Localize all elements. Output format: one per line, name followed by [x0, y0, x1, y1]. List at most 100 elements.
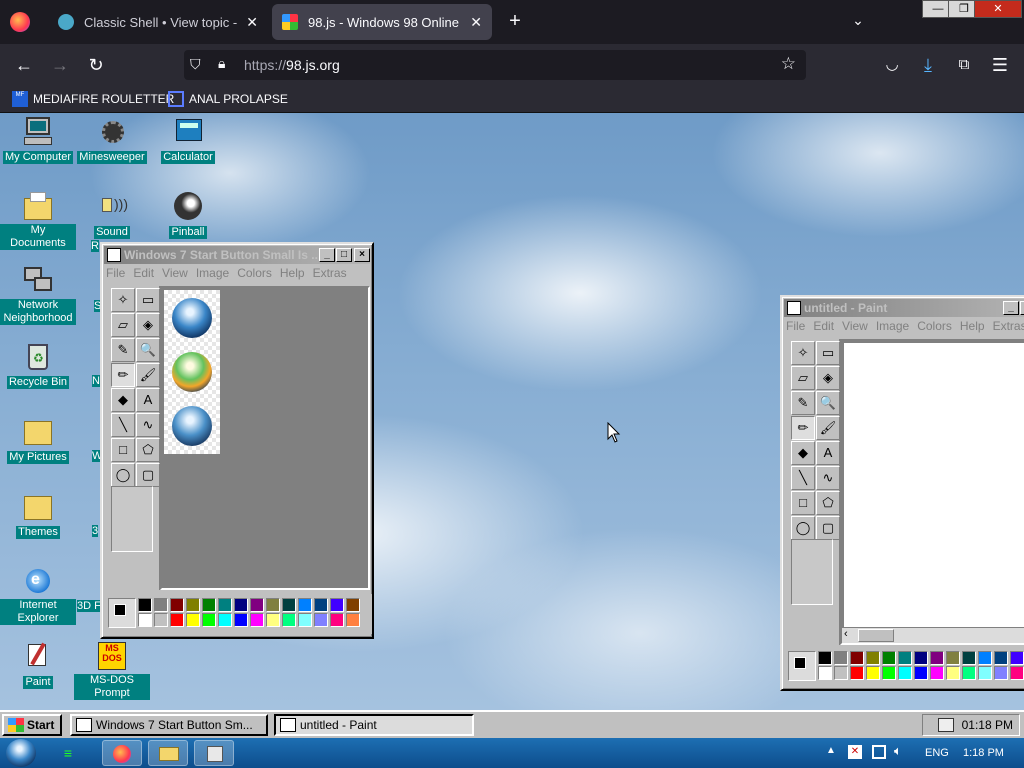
url-bar[interactable]: ⛉ 🔒︎ https://98.js.org ☆ [184, 50, 806, 80]
tool-button[interactable]: ╲ [791, 466, 815, 490]
tab-classic-shell[interactable]: Classic Shell • View topic - Start ✕ [48, 4, 268, 40]
palette-swatch[interactable] [330, 598, 344, 612]
tool-button[interactable]: ▢ [816, 516, 840, 540]
tool-button[interactable]: ◆ [791, 441, 815, 465]
palette-swatch[interactable] [978, 651, 992, 665]
desktop-icon-network[interactable]: Network Neighborhood [0, 265, 76, 325]
palette-swatch[interactable] [850, 666, 864, 680]
palette-swatch[interactable] [850, 651, 864, 665]
forward-icon[interactable]: → [48, 53, 72, 77]
desktop-icon-internet-explorer[interactable]: e Internet Explorer [0, 565, 76, 625]
palette-swatch[interactable] [314, 598, 328, 612]
palette-swatch[interactable] [994, 651, 1008, 665]
menu-colors[interactable]: Colors [237, 266, 272, 284]
palette-swatch[interactable] [266, 598, 280, 612]
tool-button[interactable]: ◯ [791, 516, 815, 540]
palette-swatch[interactable] [962, 651, 976, 665]
horizontal-scrollbar[interactable]: ‹ [842, 627, 1024, 643]
downloads-icon[interactable]: ⤓ [916, 53, 940, 77]
volume-icon[interactable]: 🔈︎ [894, 743, 902, 759]
desktop-icon-my-pictures[interactable]: My Pictures [0, 415, 76, 464]
show-hidden-icons[interactable]: ▲ [826, 745, 836, 756]
minimize-button[interactable]: _ [319, 248, 335, 262]
taskbar-button-win7[interactable]: Windows 7 Start Button Sm... [70, 714, 268, 736]
palette-swatch[interactable] [154, 613, 168, 627]
menu-image[interactable]: Image [196, 266, 229, 284]
palette-swatch[interactable] [946, 666, 960, 680]
desktop-icon-my-documents[interactable]: My Documents [0, 190, 76, 250]
bookmark-other[interactable]: ANAL PROLAPSE [168, 91, 288, 107]
palette-swatch[interactable] [266, 613, 280, 627]
network-tray-icon[interactable] [872, 745, 886, 759]
palette-swatch[interactable] [898, 666, 912, 680]
close-button[interactable]: ✕ [974, 0, 1022, 18]
action-center-icon[interactable]: ✕ [848, 745, 862, 759]
palette-swatch[interactable] [882, 666, 896, 680]
palette-swatch[interactable] [202, 598, 216, 612]
palette-swatch[interactable] [330, 613, 344, 627]
menu-image[interactable]: Image [876, 319, 909, 337]
tool-button[interactable]: 🖌 [816, 416, 840, 440]
palette-swatch[interactable] [1010, 666, 1024, 680]
palette-swatch[interactable] [138, 598, 152, 612]
tool-button[interactable]: ◯ [111, 463, 135, 487]
tool-button[interactable]: 🔍 [136, 338, 160, 362]
menu-file[interactable]: File [106, 266, 125, 284]
menu-extras[interactable]: Extras [993, 319, 1024, 337]
palette-swatch[interactable] [914, 666, 928, 680]
palette-swatch[interactable] [866, 651, 880, 665]
tool-button[interactable]: ∿ [136, 413, 160, 437]
taskbar-button-paint[interactable]: untitled - Paint [274, 714, 474, 736]
palette-swatch[interactable] [346, 598, 360, 612]
tool-button[interactable]: A [136, 388, 160, 412]
tool-button[interactable]: ✧ [791, 341, 815, 365]
start-button[interactable]: Start [2, 714, 62, 736]
menu-view[interactable]: View [842, 319, 868, 337]
palette-swatch[interactable] [298, 598, 312, 612]
palette-swatch[interactable] [882, 651, 896, 665]
palette-swatch[interactable] [898, 651, 912, 665]
palette-swatch[interactable] [834, 666, 848, 680]
palette-swatch[interactable] [154, 598, 168, 612]
palette-swatch[interactable] [186, 598, 200, 612]
maximize-button[interactable]: □ [1020, 301, 1024, 315]
close-tab-icon[interactable]: ✕ [470, 14, 482, 31]
palette-swatch[interactable] [914, 651, 928, 665]
palette-swatch[interactable] [250, 613, 264, 627]
desktop-icon-calculator[interactable]: Calculator [150, 115, 226, 164]
palette-swatch[interactable] [818, 651, 832, 665]
bookmark-star-icon[interactable]: ☆ [781, 54, 796, 74]
taskbar-app-icon[interactable]: ≡ [60, 745, 76, 761]
palette-swatch[interactable] [866, 666, 880, 680]
minimize-button[interactable]: _ [1003, 301, 1019, 315]
palette-swatch[interactable] [282, 598, 296, 612]
scroll-thumb[interactable] [858, 629, 894, 642]
menu-help[interactable]: Help [960, 319, 985, 337]
palette-swatch[interactable] [186, 613, 200, 627]
menu-view[interactable]: View [162, 266, 188, 284]
back-icon[interactable]: ← [12, 53, 36, 77]
tool-button[interactable]: □ [791, 491, 815, 515]
tool-button[interactable]: 🖌 [136, 363, 160, 387]
tool-button[interactable]: ▱ [111, 313, 135, 337]
win7-start-orb[interactable] [6, 739, 36, 767]
new-tab-button[interactable]: + [504, 10, 526, 32]
host-clock[interactable]: 1:18 PM [963, 747, 1004, 759]
desktop-icon-my-computer[interactable]: My Computer [0, 115, 76, 164]
tab-98js[interactable]: 98.js - Windows 98 Online ✕ [272, 4, 492, 40]
palette-swatch[interactable] [250, 598, 264, 612]
language-indicator[interactable]: ENG [925, 747, 949, 759]
palette-swatch[interactable] [234, 598, 248, 612]
tool-button[interactable]: ╲ [111, 413, 135, 437]
title-bar[interactable]: untitled - Paint _ □ [784, 299, 1024, 317]
palette-swatch[interactable] [202, 613, 216, 627]
desktop-icon-msdos[interactable]: MS DOS MS-DOS Prompt [74, 640, 150, 700]
palette-swatch[interactable] [818, 666, 832, 680]
close-tab-icon[interactable]: ✕ [246, 14, 258, 31]
tool-button[interactable]: ▭ [816, 341, 840, 365]
shield-icon[interactable]: ⛉ [190, 56, 206, 74]
tool-button[interactable]: ✎ [111, 338, 135, 362]
desktop-icon-minesweeper[interactable]: Minesweeper [74, 115, 150, 164]
current-colors[interactable] [788, 651, 816, 681]
tool-button[interactable]: ✏ [111, 363, 135, 387]
